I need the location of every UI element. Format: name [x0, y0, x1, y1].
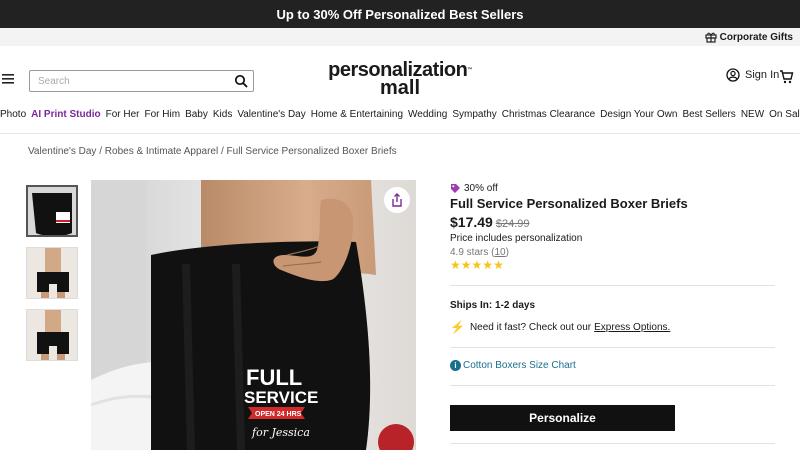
- nav-item-for-her[interactable]: For Her: [106, 109, 140, 125]
- nav-item-kids[interactable]: Kids: [213, 109, 232, 125]
- nav-item-ai-print-studio[interactable]: AI Print Studio: [31, 109, 100, 125]
- sign-in-link[interactable]: Sign In: [726, 68, 779, 82]
- star-icon: ★: [493, 258, 504, 272]
- nav-item-for-him[interactable]: For Him: [145, 109, 181, 125]
- ships-in: Ships In: 1-2 days: [450, 300, 536, 311]
- divider: [450, 347, 775, 348]
- nav-item-photo[interactable]: Photo: [0, 109, 26, 125]
- breadcrumb-separator: /: [220, 146, 224, 157]
- nav-item-baby[interactable]: Baby: [185, 109, 208, 125]
- nav-item-christmas-clearance[interactable]: Christmas Clearance: [502, 109, 595, 125]
- nav-item-design-your-own[interactable]: Design Your Own: [600, 109, 677, 125]
- cart-icon[interactable]: [779, 69, 794, 84]
- main-nav: Photo AI Print Studio For Her For Him Ba…: [0, 109, 800, 125]
- search-icon[interactable]: [234, 74, 248, 88]
- star-icon: ★: [460, 258, 472, 272]
- promo-banner[interactable]: Up to 30% Off Personalized Best Sellers: [0, 0, 800, 28]
- share-icon: [392, 193, 402, 207]
- product-title: Full Service Personalized Boxer Briefs: [450, 196, 688, 211]
- divider: [450, 385, 775, 386]
- breadcrumb-current: Full Service Personalized Boxer Briefs: [226, 146, 397, 157]
- discount-text: 30% off: [464, 183, 498, 194]
- search-input[interactable]: [30, 71, 220, 92]
- express-options-link[interactable]: Express Options.: [594, 322, 670, 333]
- breadcrumb-separator: /: [99, 146, 102, 157]
- share-button[interactable]: [384, 187, 410, 213]
- info-icon: i: [450, 360, 461, 371]
- star-rating: ★ ★ ★ ★ ★: [450, 259, 775, 271]
- price-block: $17.49 $24.99: [450, 214, 775, 230]
- breadcrumb-item[interactable]: Robes & Intimate Apparel: [105, 146, 218, 157]
- promo-text[interactable]: Up to 30% Off Personalized Best Sellers: [276, 7, 523, 22]
- review-count-link[interactable]: 10: [494, 247, 505, 258]
- account-icon: [726, 68, 740, 82]
- nav-item-home-entertaining[interactable]: Home & Entertaining: [311, 109, 403, 125]
- divider: [450, 443, 775, 444]
- print-line2: SERVICE: [244, 388, 318, 407]
- product-info: 30% off Full Service Personalized Boxer …: [450, 183, 775, 271]
- need-fast-text: Need it fast? Check out our: [469, 321, 592, 333]
- tag-icon: [451, 184, 460, 193]
- price-note: Price includes personalization: [450, 233, 583, 244]
- utility-bar: Corporate Gifts: [0, 28, 800, 46]
- product-thumbnail-3[interactable]: [26, 309, 78, 361]
- rating-prefix: 4.9 stars (: [450, 247, 495, 258]
- product-main-image[interactable]: FULL SERVICE OPEN 24 HRS for Jessica: [91, 180, 416, 450]
- nav-item-wedding[interactable]: Wedding: [408, 109, 447, 125]
- star-icon: ★: [482, 258, 494, 272]
- print-line1: FULL: [246, 365, 302, 390]
- site-logo[interactable]: personalization™ mall: [300, 60, 500, 99]
- breadcrumb-item[interactable]: Valentine's Day: [28, 146, 96, 157]
- print-script: for Jessica: [251, 426, 310, 439]
- sale-price: $17.49: [450, 214, 493, 230]
- print-banner: OPEN 24 HRS: [255, 411, 302, 418]
- nav-divider: [0, 133, 800, 134]
- size-chart-link[interactable]: i Cotton Boxers Size Chart: [450, 360, 576, 371]
- menu-icon[interactable]: [2, 74, 14, 84]
- nav-item-best-sellers[interactable]: Best Sellers: [682, 109, 735, 125]
- rating-suffix: ): [505, 247, 509, 258]
- nav-item-new[interactable]: NEW: [741, 109, 764, 125]
- nav-item-sympathy[interactable]: Sympathy: [452, 109, 496, 125]
- size-chart-label: Cotton Boxers Size Chart: [463, 360, 576, 371]
- product-thumbnail-2[interactable]: [26, 247, 78, 299]
- express-note: ⚡ Need it fast? Check out our Express Op…: [450, 320, 670, 334]
- sign-in-label: Sign In: [745, 69, 780, 81]
- personalize-button[interactable]: Personalize: [450, 405, 675, 431]
- star-icon: ★: [471, 258, 483, 272]
- gift-icon: [705, 32, 717, 43]
- corporate-gifts-link[interactable]: Corporate Gifts: [720, 32, 793, 43]
- nav-item-valentines-day[interactable]: Valentine's Day: [237, 109, 305, 125]
- product-thumbnail-1[interactable]: [26, 185, 78, 237]
- breadcrumb: Valentine's Day / Robes & Intimate Appar…: [28, 146, 397, 157]
- nav-item-on-sale[interactable]: On Sale: [769, 109, 800, 125]
- star-icon: ★: [450, 258, 461, 272]
- logo-line2: mall: [379, 77, 421, 99]
- lightning-icon: ⚡: [450, 320, 465, 334]
- discount-badge: 30% off: [450, 183, 775, 194]
- original-price: $24.99: [495, 218, 530, 230]
- search-box: [29, 70, 254, 92]
- divider: [450, 285, 775, 286]
- logo-tm: ™: [467, 67, 472, 73]
- rating-summary[interactable]: 4.9 stars (10): [450, 247, 775, 258]
